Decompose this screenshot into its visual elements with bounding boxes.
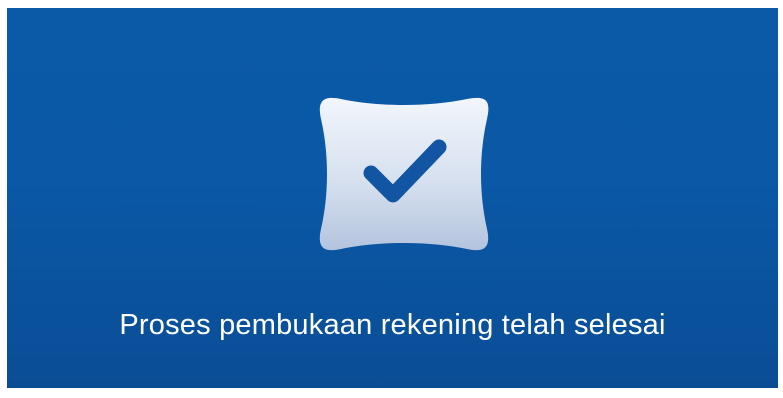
- status-message: Proses pembukaan rekening telah selesai: [119, 309, 666, 341]
- success-screen: Proses pembukaan rekening telah selesai: [7, 8, 778, 388]
- bottom-strip: [7, 378, 778, 388]
- success-badge: [319, 89, 489, 259]
- check-icon: [319, 97, 489, 251]
